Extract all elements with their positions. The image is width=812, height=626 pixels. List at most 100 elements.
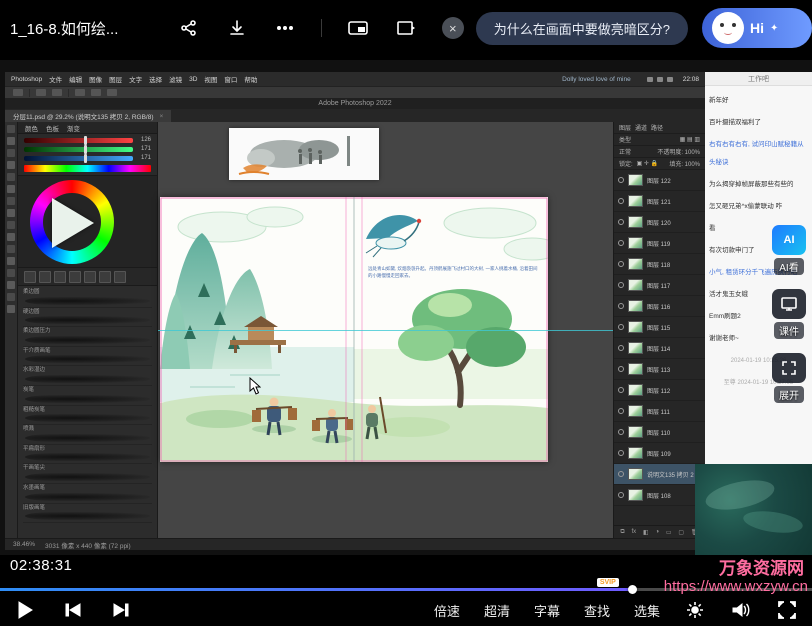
- opacity-field[interactable]: 不透明度: 100%: [657, 147, 700, 156]
- layer-row[interactable]: 图层 122: [614, 170, 705, 191]
- pip-icon[interactable]: [346, 16, 370, 40]
- fullscreen-icon[interactable]: [776, 599, 798, 621]
- group-icon[interactable]: ▭: [666, 529, 672, 536]
- brush-preset-icon[interactable]: [39, 271, 51, 283]
- visibility-eye-icon[interactable]: [618, 387, 624, 393]
- layer-row[interactable]: 图层 116: [614, 296, 705, 317]
- speed-button[interactable]: 倍速: [434, 601, 460, 620]
- visibility-eye-icon[interactable]: [618, 303, 624, 309]
- panel-tab[interactable]: 路径: [651, 123, 663, 132]
- zoom-tool[interactable]: [7, 305, 15, 313]
- episodes-button[interactable]: 选集: [634, 601, 660, 620]
- visibility-eye-icon[interactable]: [618, 282, 624, 288]
- previous-button[interactable]: [62, 599, 84, 621]
- brush-preset-icon[interactable]: [114, 271, 126, 283]
- video-frame[interactable]: Photoshop文件编辑图像图层文字选择滤镜3D视图窗口帮助 Dolly lo…: [0, 60, 812, 555]
- brush-item[interactable]: 干介质画笔: [23, 347, 152, 367]
- panel-tab[interactable]: 渐变: [67, 123, 80, 133]
- clone-stamp-tool[interactable]: [7, 221, 15, 229]
- quality-button[interactable]: 超清: [484, 601, 510, 620]
- menu-item[interactable]: 图像: [89, 74, 102, 84]
- fill-field[interactable]: 填充: 100%: [669, 159, 700, 168]
- menu-item[interactable]: 文字: [129, 74, 142, 84]
- visibility-eye-icon[interactable]: [618, 240, 624, 246]
- progress-knob[interactable]: [628, 585, 637, 594]
- adjustment-icon[interactable]: ◑: [655, 529, 659, 535]
- blur-tool[interactable]: [7, 257, 15, 265]
- brush-preset-icon[interactable]: [84, 271, 96, 283]
- visibility-eye-icon[interactable]: [618, 492, 624, 498]
- panel-tab[interactable]: 颜色: [25, 123, 38, 133]
- healing-brush-tool[interactable]: [7, 197, 15, 205]
- layer-row[interactable]: 图层 117: [614, 275, 705, 296]
- eraser-tool[interactable]: [7, 233, 15, 241]
- visibility-eye-icon[interactable]: [618, 471, 624, 477]
- brush-item[interactable]: 硬边圆: [23, 308, 152, 328]
- layer-row[interactable]: 图层 114: [614, 338, 705, 359]
- move-tool[interactable]: [7, 125, 15, 133]
- visibility-eye-icon[interactable]: [618, 261, 624, 267]
- mask-icon[interactable]: ◧: [643, 529, 649, 536]
- hand-tool[interactable]: [7, 293, 15, 301]
- courseware-button[interactable]: 课件: [768, 289, 810, 339]
- layer-row[interactable]: 图层 119: [614, 233, 705, 254]
- layer-row[interactable]: 图层 108: [614, 485, 705, 506]
- visibility-eye-icon[interactable]: [618, 324, 624, 330]
- magic-wand-tool[interactable]: [7, 161, 15, 169]
- layer-row[interactable]: 图层 120: [614, 212, 705, 233]
- brush-item[interactable]: 柔边圆压力: [23, 327, 152, 347]
- eyedropper-tool[interactable]: [7, 185, 15, 193]
- lasso-tool[interactable]: [7, 149, 15, 157]
- brush-preset-icon[interactable]: [24, 271, 36, 283]
- visibility-eye-icon[interactable]: [618, 366, 624, 372]
- close-icon[interactable]: ×: [442, 17, 464, 39]
- download-icon[interactable]: [225, 16, 249, 40]
- color-spectrum-bar[interactable]: [24, 165, 151, 172]
- cyan-guide-line[interactable]: [158, 330, 613, 331]
- options-icon[interactable]: [13, 89, 23, 96]
- expand-button[interactable]: 展开: [768, 353, 810, 403]
- fx-icon[interactable]: fx: [632, 529, 637, 535]
- gradient-tool[interactable]: [7, 245, 15, 253]
- brush-item[interactable]: 炭笔: [23, 386, 152, 406]
- ai-watch-button[interactable]: AI AI看: [768, 225, 810, 275]
- green-slider[interactable]: [24, 147, 133, 152]
- panel-tab[interactable]: 色板: [46, 123, 59, 133]
- options-icon[interactable]: [91, 89, 101, 96]
- assistant-widget[interactable]: Hi ✦: [702, 8, 812, 48]
- panel-tab[interactable]: 通道: [635, 123, 647, 132]
- new-layer-icon[interactable]: ▢: [678, 529, 684, 536]
- options-icon[interactable]: [107, 89, 117, 96]
- options-icon[interactable]: [75, 89, 85, 96]
- visibility-eye-icon[interactable]: [618, 345, 624, 351]
- layer-row[interactable]: 图层 110: [614, 422, 705, 443]
- pen-tool[interactable]: [7, 269, 15, 277]
- ps-canvas[interactable]: 远处青山如黛, 炊烟袅袅升起。丹顶鹤展翅飞过村口的大树, 一家人挑着水桶, 沿着…: [158, 122, 613, 538]
- menu-item[interactable]: 视图: [204, 74, 217, 84]
- settings-gear-icon[interactable]: [684, 599, 706, 621]
- filter-type-label[interactable]: 类型: [619, 135, 631, 144]
- layer-row[interactable]: 图层 115: [614, 317, 705, 338]
- menu-item[interactable]: 滤镜: [169, 74, 182, 84]
- brush-item[interactable]: 柔边圆: [23, 288, 152, 308]
- filter-icons[interactable]: ▦ ▤ ▥: [680, 136, 700, 143]
- more-icon[interactable]: [273, 16, 297, 40]
- text-tool[interactable]: [7, 281, 15, 289]
- volume-icon[interactable]: [730, 599, 752, 621]
- brush-tool[interactable]: [7, 209, 15, 217]
- mini-player-icon[interactable]: [394, 16, 418, 40]
- brush-item[interactable]: 喷溅: [23, 425, 152, 445]
- red-slider[interactable]: [24, 138, 133, 143]
- menu-item[interactable]: 图层: [109, 74, 122, 84]
- document-tab[interactable]: 分层11.psd @ 29.2% (说明文135 拷贝 2, RGB/8) ×: [5, 110, 171, 122]
- brush-item[interactable]: 水墨画笔: [23, 484, 152, 504]
- marquee-tool[interactable]: [7, 137, 15, 145]
- menu-item[interactable]: 文件: [49, 74, 62, 84]
- brush-preset-icon[interactable]: [54, 271, 66, 283]
- layer-row[interactable]: 说明文135 拷贝 2: [614, 464, 705, 485]
- brush-item[interactable]: 水彩湿边: [23, 366, 152, 386]
- share-icon[interactable]: [177, 16, 201, 40]
- play-button[interactable]: [14, 599, 36, 621]
- next-button[interactable]: [110, 599, 132, 621]
- layer-row[interactable]: 图层 113: [614, 359, 705, 380]
